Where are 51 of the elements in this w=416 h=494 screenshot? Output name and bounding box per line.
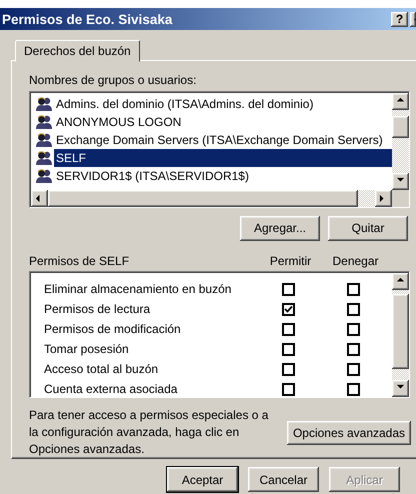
user-action-button[interactable]: Quitar [328, 216, 408, 240]
user-list-item[interactable]: ANONYMOUS LOGON [54, 112, 184, 130]
checkbox[interactable] [282, 282, 295, 296]
permission-name: Acceso total al buzón [44, 362, 160, 376]
user-list-item[interactable]: Admins. del dominio (ITSA\Admins. del dominio) [54, 94, 316, 112]
scrollbar-thumb[interactable] [392, 116, 409, 138]
checkbox[interactable] [282, 322, 295, 336]
window-title: Permisos de Eco. Sivisaka [1, 12, 174, 26]
dialog-button[interactable]: Aceptar [167, 467, 238, 492]
checkbox[interactable] [347, 282, 360, 296]
checkbox[interactable] [347, 362, 360, 376]
permission-name: Eliminar almacenamiento en buzón [44, 282, 232, 296]
column-header: Permitir [268, 254, 312, 270]
permission-name: Permisos de modificación [44, 322, 182, 336]
advanced-hint: Para tener acceso a permisos especiales o a la configuración avanzada, haga clic en Opciones avanzadas. [29, 407, 270, 458]
user-list-item[interactable]: SERVIDOR1$ (ITSA\SERVIDOR1$) [54, 166, 251, 184]
permission-name: Permisos de lectura [44, 302, 152, 316]
users-icon [35, 168, 53, 184]
close-button[interactable] [410, 12, 416, 26]
scroll-down-button[interactable] [392, 380, 409, 397]
help-button[interactable]: ? [391, 12, 408, 26]
users-icon [35, 114, 53, 130]
advanced-options-button[interactable]: Opciones avanzadas [287, 420, 411, 444]
users-icon [35, 132, 53, 148]
users-label: Nombres de grupos o usuarios: [29, 73, 198, 89]
tab[interactable]: Derechos del buzón [15, 40, 140, 62]
scroll-up-button[interactable] [392, 92, 409, 110]
column-header: Denegar [331, 254, 380, 270]
scroll-down-button[interactable] [392, 172, 409, 190]
permissions-label: Permisos de SELF [29, 254, 130, 270]
user-list-item[interactable]: SELF [54, 148, 392, 166]
checkbox[interactable] [282, 342, 295, 356]
checkbox[interactable] [282, 302, 295, 316]
checkbox[interactable] [347, 322, 360, 336]
checkbox[interactable] [347, 342, 360, 356]
users-icon [35, 96, 53, 112]
scroll-right-button[interactable] [375, 190, 392, 206]
checkbox[interactable] [347, 302, 360, 316]
checkbox[interactable] [282, 382, 295, 396]
user-list-item[interactable]: Exchange Domain Servers (ITSA\Exchange Domain Servers) [54, 130, 385, 148]
users-icon [35, 150, 53, 166]
dialog-button[interactable]: Cancelar [248, 467, 319, 492]
scroll-left-button[interactable] [31, 190, 48, 206]
scrollbar-thumb[interactable] [392, 294, 409, 369]
scroll-up-button[interactable] [392, 273, 409, 290]
checkbox[interactable] [347, 382, 360, 396]
permission-name: Cuenta externa asociada [44, 382, 178, 396]
checkbox[interactable] [282, 362, 295, 376]
scrollbar-corner [392, 190, 409, 206]
permission-name: Tomar posesión [44, 342, 130, 356]
user-action-button[interactable]: Agregar... [240, 216, 320, 240]
